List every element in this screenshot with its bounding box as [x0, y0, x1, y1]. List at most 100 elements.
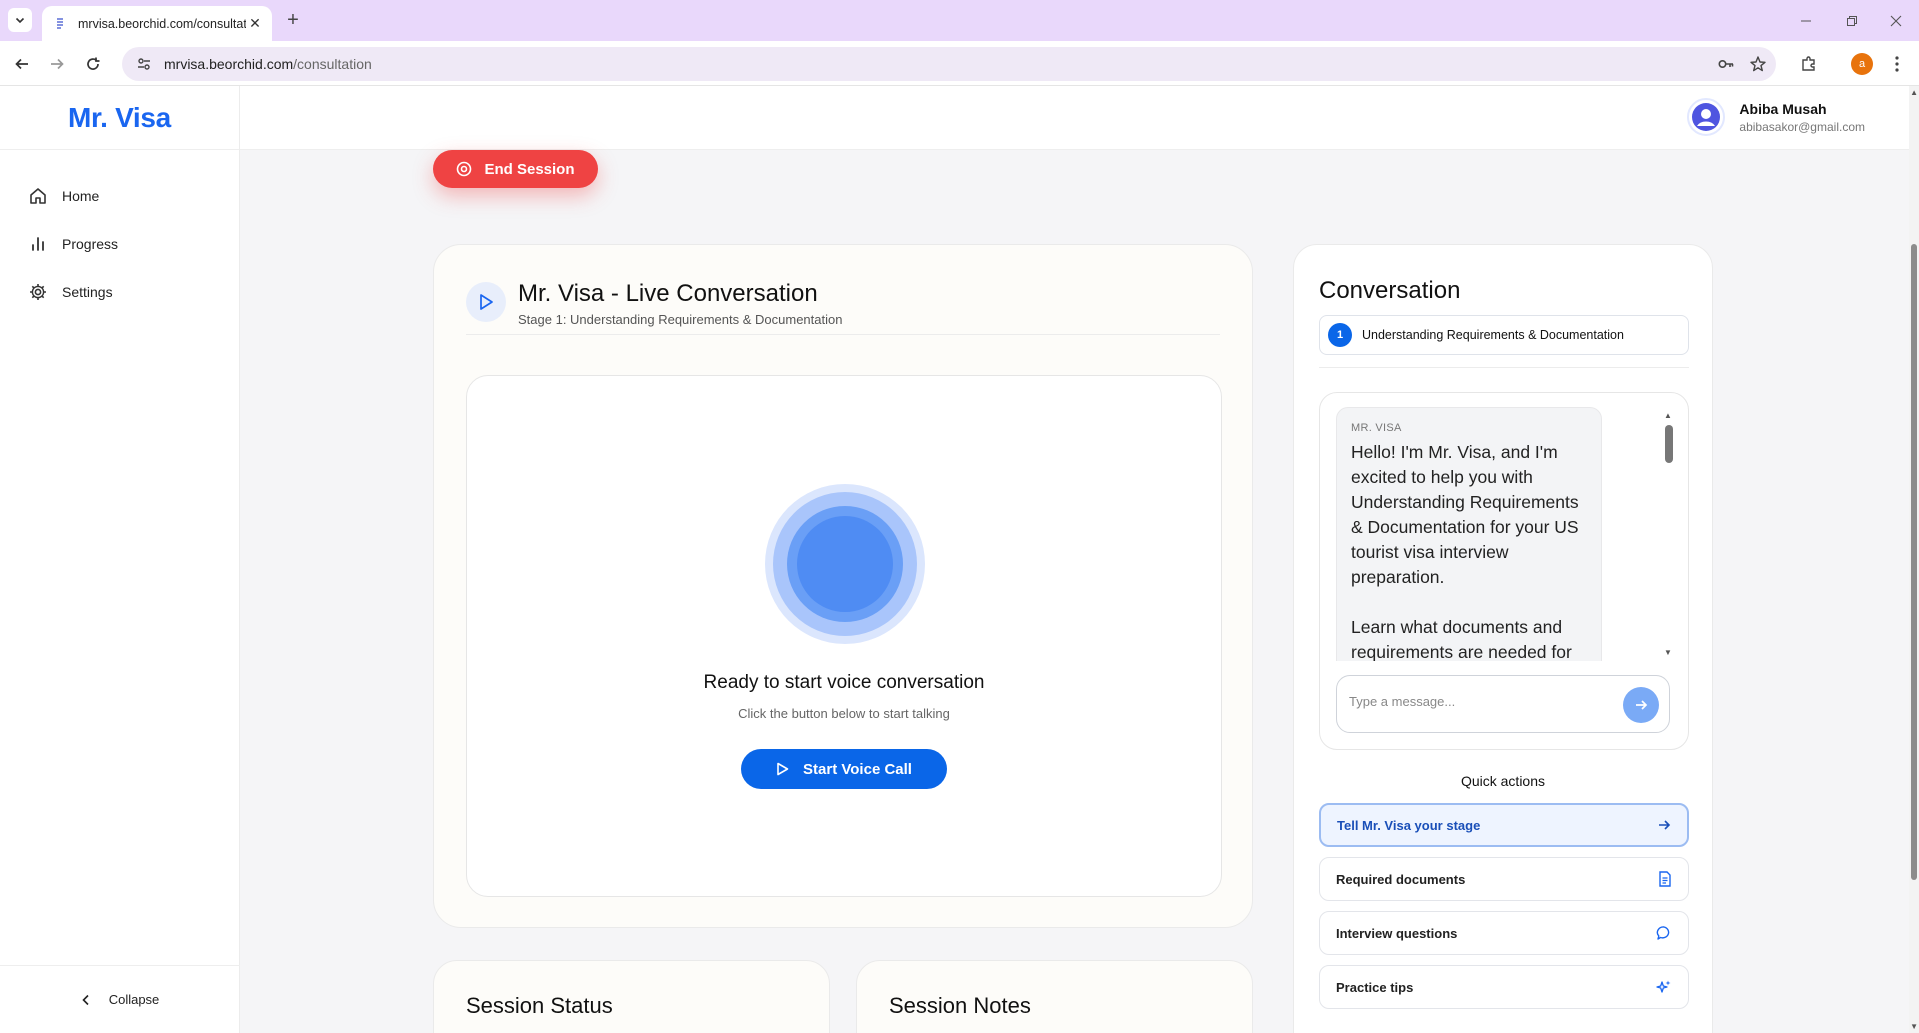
chat-bubble-icon	[1656, 926, 1670, 940]
bookmark-button[interactable]	[1746, 52, 1770, 76]
sidebar-item-label: Progress	[62, 236, 119, 252]
voice-orb-ring	[773, 492, 917, 636]
scroll-down-icon[interactable]: ▼	[1664, 648, 1672, 657]
message-input[interactable]	[1349, 694, 1609, 709]
close-window-button[interactable]	[1873, 0, 1919, 41]
chevron-down-icon	[15, 17, 25, 24]
close-tab-icon[interactable]: ✕	[246, 15, 264, 33]
stage-indicator: 1 Understanding Requirements & Documenta…	[1319, 315, 1689, 355]
collapse-sidebar-button[interactable]: Collapse	[0, 965, 240, 1033]
browser-tab-active[interactable]: mrvisa.beorchid.com/consultation ✕	[42, 6, 272, 41]
sidebar-nav: Home Progress Settings	[0, 150, 239, 316]
play-badge	[466, 282, 506, 322]
ready-subtitle: Click the button below to start talking	[738, 706, 950, 721]
password-manager-button[interactable]	[1714, 52, 1738, 76]
quick-action-practice-tips[interactable]: Practice tips	[1319, 965, 1689, 1009]
tab-search-button[interactable]	[8, 8, 32, 32]
sidebar: Mr. Visa Home Progress Settings Collapse	[0, 86, 240, 1033]
divider	[1319, 367, 1689, 368]
quick-action-label: Practice tips	[1336, 979, 1414, 995]
play-icon	[480, 294, 493, 310]
browser-menu-button[interactable]	[1885, 52, 1909, 76]
bar-chart-icon	[32, 237, 44, 251]
scroll-up-icon[interactable]: ▲	[1910, 88, 1918, 97]
document-icon	[1659, 871, 1671, 887]
play-icon	[777, 762, 789, 776]
sidebar-item-home[interactable]: Home	[0, 172, 239, 220]
session-status-card: Session Status	[433, 960, 830, 1033]
reload-button[interactable]	[79, 50, 107, 78]
call-subtitle: Stage 1: Understanding Requirements & Do…	[518, 312, 843, 327]
sidebar-item-label: Settings	[62, 284, 113, 300]
stage-label: Understanding Requirements & Documentati…	[1362, 328, 1624, 342]
puzzle-icon	[1802, 56, 1815, 71]
session-status-title: Session Status	[466, 993, 613, 1018]
profile-avatar-button[interactable]: a	[1851, 53, 1873, 75]
sidebar-item-settings[interactable]: Settings	[0, 268, 239, 316]
voice-orb	[765, 484, 925, 644]
collapse-label: Collapse	[108, 992, 160, 1007]
call-header: Mr. Visa - Live Conversation Stage 1: Un…	[466, 280, 1220, 335]
user-icon	[1692, 103, 1721, 131]
page-scroll-thumb[interactable]	[1911, 244, 1917, 880]
chat-messages[interactable]: MR. VISA Hello! I'm Mr. Visa, and I'm ex…	[1336, 407, 1666, 661]
key-icon	[1718, 60, 1734, 69]
arrow-right-icon	[1636, 700, 1648, 710]
end-session-button[interactable]: End Session	[433, 150, 598, 188]
quick-actions-title: Quick actions	[1460, 773, 1546, 789]
assistant-message: MR. VISA Hello! I'm Mr. Visa, and I'm ex…	[1336, 407, 1602, 661]
forward-button[interactable]	[43, 50, 71, 78]
minimize-window-button[interactable]	[1783, 0, 1829, 41]
end-session-label: End Session	[484, 160, 575, 178]
quick-action-interview-questions[interactable]: Interview questions	[1319, 911, 1689, 955]
sparkle-icon	[1656, 980, 1671, 993]
home-icon	[30, 188, 46, 204]
arrow-left-icon	[15, 58, 28, 70]
chat-scroll-thumb[interactable]	[1665, 425, 1673, 463]
call-title: Mr. Visa - Live Conversation	[518, 280, 818, 307]
message-input-box	[1336, 675, 1670, 733]
sidebar-item-label: Home	[62, 188, 100, 204]
start-voice-call-button[interactable]: Start Voice Call	[741, 749, 947, 789]
browser-tab-bar: mrvisa.beorchid.com/consultation ✕ +	[0, 0, 1919, 41]
quick-action-label: Tell Mr. Visa your stage	[1337, 817, 1481, 833]
stop-circle-icon	[457, 161, 472, 177]
session-notes-card: Session Notes	[856, 960, 1253, 1033]
quick-action-label: Required documents	[1336, 871, 1466, 887]
user-menu[interactable]: Abiba Musah abibasakor@gmail.com	[1687, 98, 1865, 136]
user-name: Abiba Musah	[1739, 100, 1827, 117]
scroll-down-icon[interactable]: ▼	[1910, 1022, 1918, 1031]
conversation-panel: Conversation 1 Understanding Requirement…	[1293, 244, 1713, 1033]
avatar	[1687, 98, 1726, 136]
scroll-up-icon[interactable]: ▲	[1664, 411, 1672, 420]
conversation-title: Conversation	[1319, 277, 1461, 304]
url-path: /consultation	[293, 56, 372, 72]
voice-call-area: Ready to start voice conversation Click …	[466, 375, 1222, 897]
page-scrollbar[interactable]: ▲ ▼	[1909, 86, 1919, 1033]
ready-title: Ready to start voice conversation	[703, 672, 985, 693]
sidebar-item-progress[interactable]: Progress	[0, 220, 239, 268]
extensions-button[interactable]	[1797, 52, 1821, 76]
restore-window-button[interactable]	[1829, 0, 1875, 41]
page-viewport: Mr. Visa Home Progress Settings Collapse	[0, 86, 1919, 1033]
back-button[interactable]	[8, 50, 36, 78]
brand-logo[interactable]: Mr. Visa	[0, 86, 239, 150]
user-email: abibasakor@gmail.com	[1739, 119, 1865, 134]
minimize-icon	[1801, 20, 1811, 21]
session-notes-title: Session Notes	[889, 993, 1031, 1018]
message-sender: MR. VISA	[1351, 422, 1402, 434]
send-button[interactable]	[1623, 687, 1659, 723]
star-icon	[1750, 56, 1766, 72]
restore-icon	[1847, 15, 1857, 26]
arrow-right-icon	[1659, 820, 1671, 830]
site-settings-icon[interactable]	[136, 56, 154, 72]
quick-action-required-documents[interactable]: Required documents	[1319, 857, 1689, 901]
chat-box: MR. VISA Hello! I'm Mr. Visa, and I'm ex…	[1319, 392, 1689, 750]
message-text: Hello! I'm Mr. Visa, and I'm excited to …	[1351, 442, 1579, 661]
quick-action-tell-stage[interactable]: Tell Mr. Visa your stage	[1319, 803, 1689, 847]
address-bar[interactable]: mrvisa.beorchid.com/consultation	[122, 47, 1776, 81]
chat-scrollbar[interactable]: ▲ ▼	[1664, 411, 1674, 657]
browser-toolbar: mrvisa.beorchid.com/consultation a	[0, 41, 1919, 86]
new-tab-button[interactable]: +	[282, 9, 304, 31]
quick-action-label: Interview questions	[1336, 925, 1458, 941]
